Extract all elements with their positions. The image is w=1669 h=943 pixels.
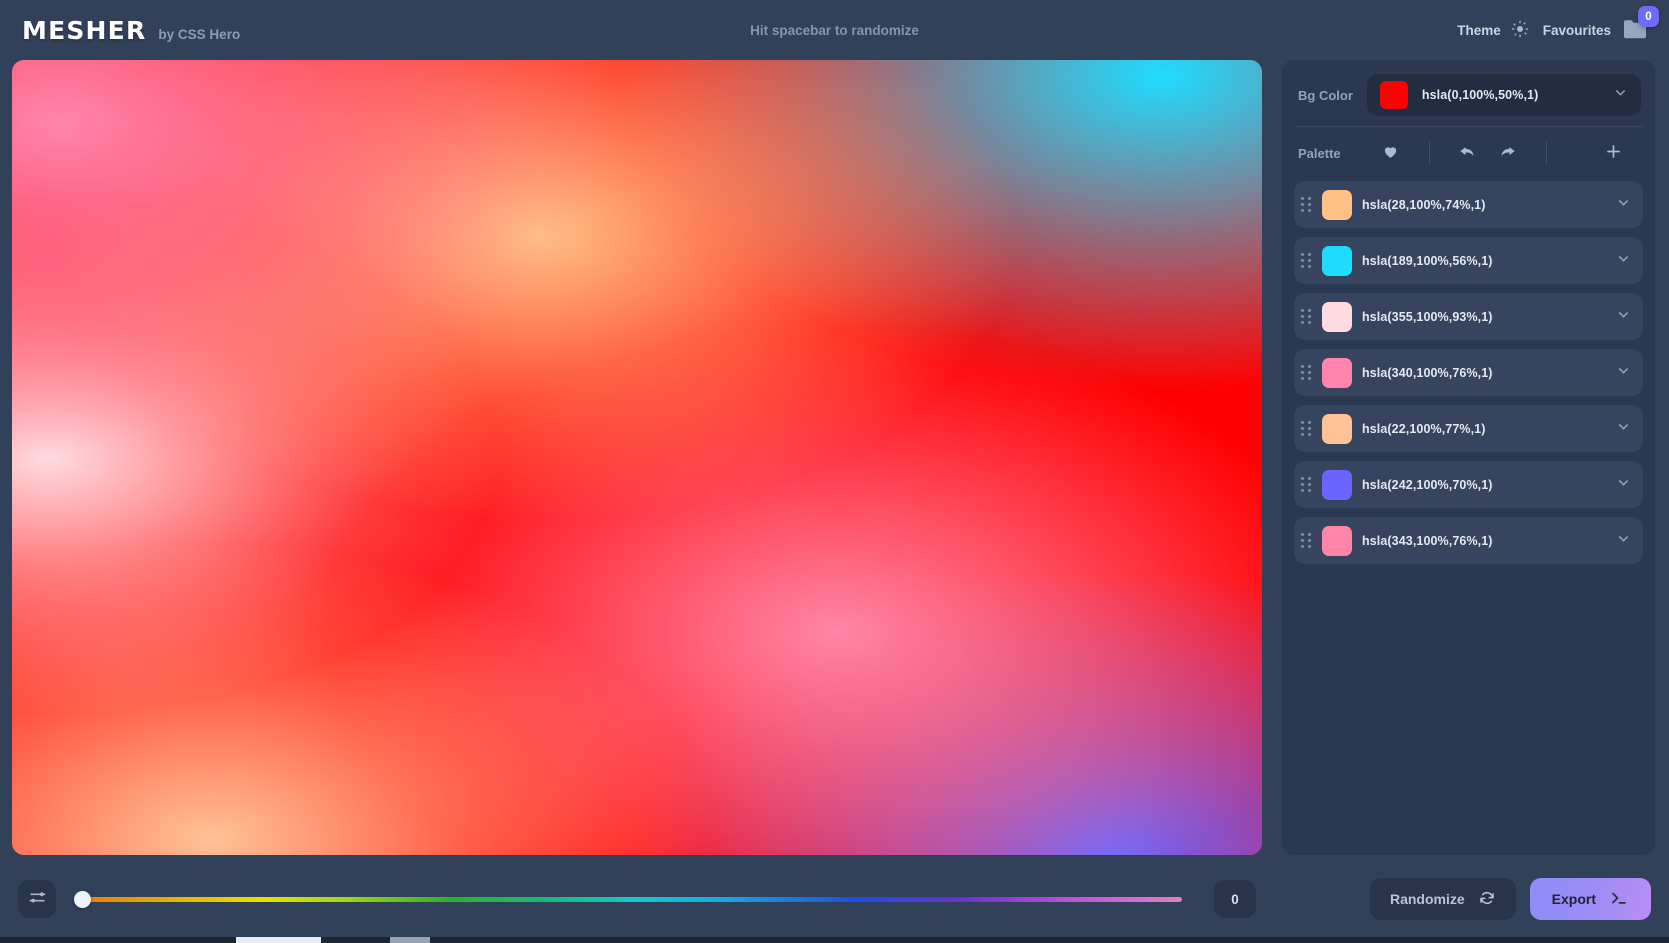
plus-icon (1604, 142, 1623, 164)
drag-handle-icon[interactable] (1300, 418, 1312, 440)
favourites-folder-wrap[interactable]: 0 (1623, 18, 1647, 42)
toolbar-separator (1429, 142, 1430, 164)
export-button[interactable]: Export (1530, 878, 1651, 920)
hue-slider-track[interactable] (86, 897, 1182, 902)
chevron-down-icon[interactable] (1613, 85, 1628, 105)
refresh-icon (1478, 889, 1496, 910)
palette-color-value: hsla(343,100%,76%,1) (1362, 534, 1606, 548)
theme-label: Theme (1457, 23, 1501, 38)
randomize-button[interactable]: Randomize (1370, 878, 1516, 920)
chevron-down-icon[interactable] (1616, 419, 1631, 439)
heart-icon (1382, 143, 1399, 163)
taskbar-item-b (390, 937, 430, 943)
palette-color-swatch[interactable] (1322, 190, 1352, 220)
favourite-palette-button[interactable] (1371, 139, 1411, 167)
palette-color-value: hsla(189,100%,56%,1) (1362, 254, 1606, 268)
header-hint-wrap: Hit spacebar to randomize (0, 0, 1669, 60)
palette-color-swatch[interactable] (1322, 302, 1352, 332)
chevron-down-icon[interactable] (1616, 531, 1631, 551)
chevron-down-icon[interactable] (1616, 251, 1631, 271)
palette-label: Palette (1298, 146, 1341, 161)
palette-color-swatch[interactable] (1322, 246, 1352, 276)
toolbar-separator-2 (1546, 142, 1547, 164)
chevron-down-icon[interactable] (1616, 475, 1631, 495)
drag-handle-icon[interactable] (1300, 474, 1312, 496)
palette-color-value: hsla(22,100%,77%,1) (1362, 422, 1606, 436)
controls-panel: Bg Color hsla(0,100%,50%,1) Pale (1282, 60, 1655, 855)
palette-color-swatch[interactable] (1322, 470, 1352, 500)
palette-color-value: hsla(242,100%,70%,1) (1362, 478, 1606, 492)
palette-color-value: hsla(355,100%,93%,1) (1362, 310, 1606, 324)
hue-value: 0 (1214, 880, 1256, 918)
undo-button[interactable] (1448, 139, 1488, 167)
settings-button[interactable] (18, 880, 56, 918)
mesh-gradient-layer (12, 60, 1262, 855)
undo-arrow-icon (1458, 142, 1477, 164)
randomize-hint: Hit spacebar to randomize (750, 23, 919, 38)
export-label: Export (1552, 891, 1596, 907)
add-color-button[interactable] (1593, 139, 1633, 167)
drag-handle-icon[interactable] (1300, 362, 1312, 384)
redo-button[interactable] (1488, 139, 1528, 167)
brand: MESHER by CSS Hero (22, 16, 240, 45)
panel-divider (1294, 126, 1643, 127)
palette-color-item[interactable]: hsla(242,100%,70%,1) (1294, 461, 1643, 508)
canvas-toolbar: 0 (12, 855, 1262, 943)
palette-color-item[interactable]: hsla(22,100%,77%,1) (1294, 405, 1643, 452)
controls-column: Bg Color hsla(0,100%,50%,1) Pale (1274, 60, 1669, 943)
hue-slider[interactable] (74, 880, 1182, 918)
bg-color-label: Bg Color (1298, 88, 1353, 103)
panel-actions: Randomize Export (1282, 855, 1655, 943)
mesh-gradient-canvas[interactable] (12, 60, 1262, 855)
sliders-icon (28, 888, 47, 910)
mesher-app: MESHER by CSS Hero Hit spacebar to rando… (0, 0, 1669, 943)
palette-color-swatch[interactable] (1322, 358, 1352, 388)
os-taskbar-sliver (0, 937, 1669, 943)
bg-color-row: Bg Color hsla(0,100%,50%,1) (1292, 68, 1645, 124)
randomize-label: Randomize (1390, 891, 1465, 907)
palette-color-list[interactable]: hsla(28,100%,74%,1) hsla(189,100%,56%,1) h… (1292, 177, 1645, 847)
app-header: MESHER by CSS Hero Hit spacebar to rando… (0, 0, 1669, 60)
redo-arrow-icon (1498, 142, 1517, 164)
bg-color-swatch[interactable] (1380, 81, 1408, 109)
brand-byline: by CSS Hero (158, 27, 240, 42)
palette-color-item[interactable]: hsla(340,100%,76%,1) (1294, 349, 1643, 396)
palette-color-value: hsla(340,100%,76%,1) (1362, 366, 1606, 380)
bg-color-value: hsla(0,100%,50%,1) (1422, 88, 1599, 102)
chevron-down-icon[interactable] (1616, 307, 1631, 327)
hue-slider-thumb[interactable] (74, 891, 91, 908)
drag-handle-icon[interactable] (1300, 306, 1312, 328)
favourites-link[interactable]: Favourites 0 (1543, 18, 1647, 42)
mesh-canvas-wrap (12, 60, 1262, 855)
palette-color-item[interactable]: hsla(355,100%,93%,1) (1294, 293, 1643, 340)
sun-icon (1511, 20, 1529, 41)
palette-toolbar: Palette (1292, 131, 1645, 177)
bg-color-field[interactable]: hsla(0,100%,50%,1) (1367, 74, 1641, 116)
terminal-prompt-icon (1609, 889, 1629, 910)
drag-handle-icon[interactable] (1300, 194, 1312, 216)
favourites-count-badge: 0 (1638, 6, 1659, 27)
theme-toggle[interactable]: Theme (1457, 20, 1529, 41)
palette-color-value: hsla(28,100%,74%,1) (1362, 198, 1606, 212)
preview-column: 0 (0, 60, 1274, 943)
header-actions: Theme (1457, 18, 1647, 42)
chevron-down-icon[interactable] (1616, 195, 1631, 215)
palette-color-item[interactable]: hsla(189,100%,56%,1) (1294, 237, 1643, 284)
palette-color-swatch[interactable] (1322, 414, 1352, 444)
favourites-label: Favourites (1543, 23, 1611, 38)
chevron-down-icon[interactable] (1616, 363, 1631, 383)
drag-handle-icon[interactable] (1300, 530, 1312, 552)
app-body: 0 Bg Color hsla(0,100%,50%,1) (0, 60, 1669, 943)
palette-color-item[interactable]: hsla(28,100%,74%,1) (1294, 181, 1643, 228)
palette-color-item[interactable]: hsla(343,100%,76%,1) (1294, 517, 1643, 564)
palette-color-swatch[interactable] (1322, 526, 1352, 556)
app-logo: MESHER (22, 16, 146, 45)
drag-handle-icon[interactable] (1300, 250, 1312, 272)
taskbar-item-a (236, 937, 321, 943)
